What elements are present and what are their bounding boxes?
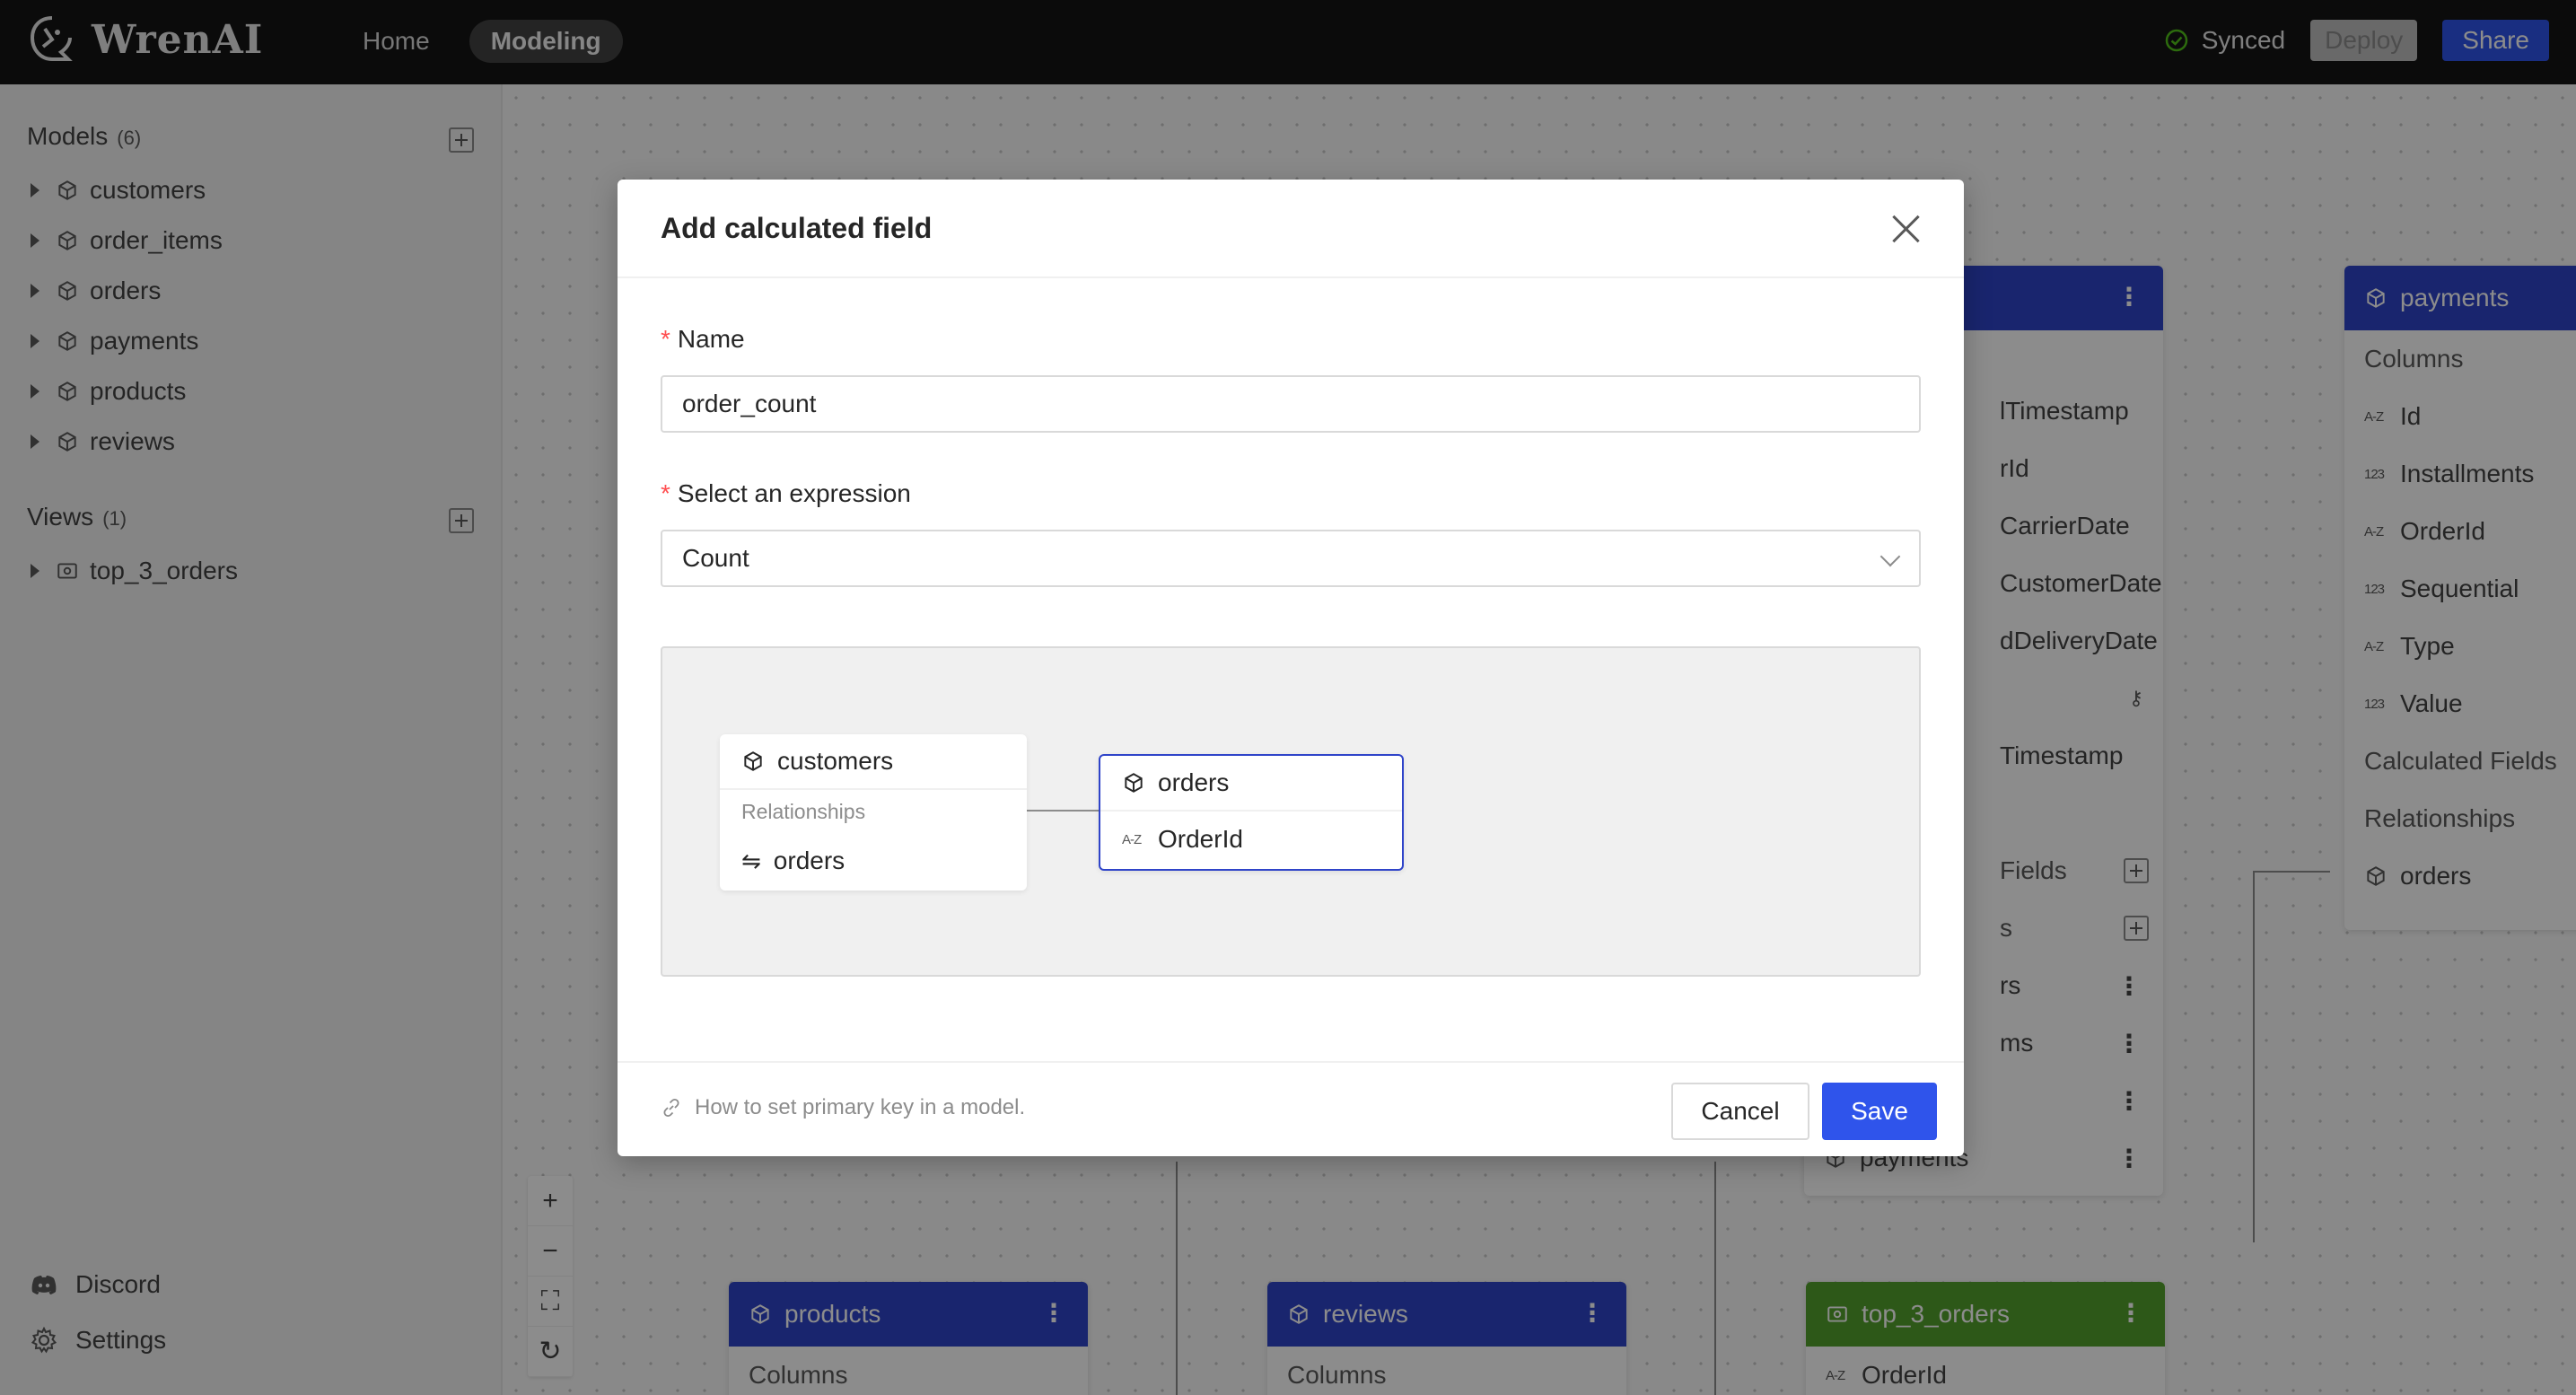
lineage-preview: customers Relationships ⇋ orders orders A…	[661, 646, 1921, 977]
expression-select[interactable]: Count	[661, 530, 1921, 587]
help-link[interactable]: How to set primary key in a model.	[661, 1095, 1025, 1120]
model-cube-icon	[1125, 773, 1143, 793]
model-cube-icon	[744, 751, 762, 771]
required-mark: *	[661, 479, 670, 507]
name-input[interactable]: order_count	[661, 375, 1921, 433]
chevron-down-icon	[1879, 546, 1901, 567]
preview-customers-node: customers Relationships ⇋ orders	[720, 734, 1027, 891]
preview-node-title: customers	[777, 747, 894, 775]
preview-relation-row: ⇋ orders	[720, 833, 1027, 889]
preview-node-header: orders	[1100, 756, 1402, 812]
modal-header: Add calculated field	[618, 180, 1964, 278]
expression-selected-value: Count	[682, 544, 749, 572]
close-icon[interactable]	[1890, 214, 1921, 244]
preview-node-title: orders	[1158, 768, 1230, 796]
preview-orders-node: orders A-Z OrderId	[1099, 754, 1404, 871]
string-type-icon: A-Z	[1122, 831, 1142, 847]
preview-relation-name: orders	[773, 847, 846, 874]
expression-label-text: Select an expression	[677, 479, 911, 507]
name-label: * Name	[661, 325, 745, 354]
cancel-button[interactable]: Cancel	[1671, 1083, 1809, 1140]
name-label-text: Name	[677, 325, 745, 353]
add-calculated-field-modal: Add calculated field * Name order_count *…	[618, 180, 1964, 1156]
modal-title: Add calculated field	[661, 211, 933, 244]
preview-field-row: A-Z OrderId	[1100, 812, 1402, 867]
required-mark: *	[661, 325, 670, 353]
save-button[interactable]: Save	[1822, 1083, 1937, 1140]
modal-footer: How to set primary key in a model. Cance…	[618, 1061, 1964, 1156]
preview-edge	[1025, 810, 1099, 812]
expression-label: * Select an expression	[661, 479, 911, 508]
help-link-text: How to set primary key in a model.	[695, 1095, 1026, 1119]
link-icon	[663, 1098, 679, 1118]
relation-arrows-icon: ⇋	[741, 847, 761, 874]
preview-field-name: OrderId	[1158, 825, 1243, 853]
preview-relationships-label: Relationships	[741, 799, 866, 823]
preview-node-header: customers	[720, 734, 1027, 790]
